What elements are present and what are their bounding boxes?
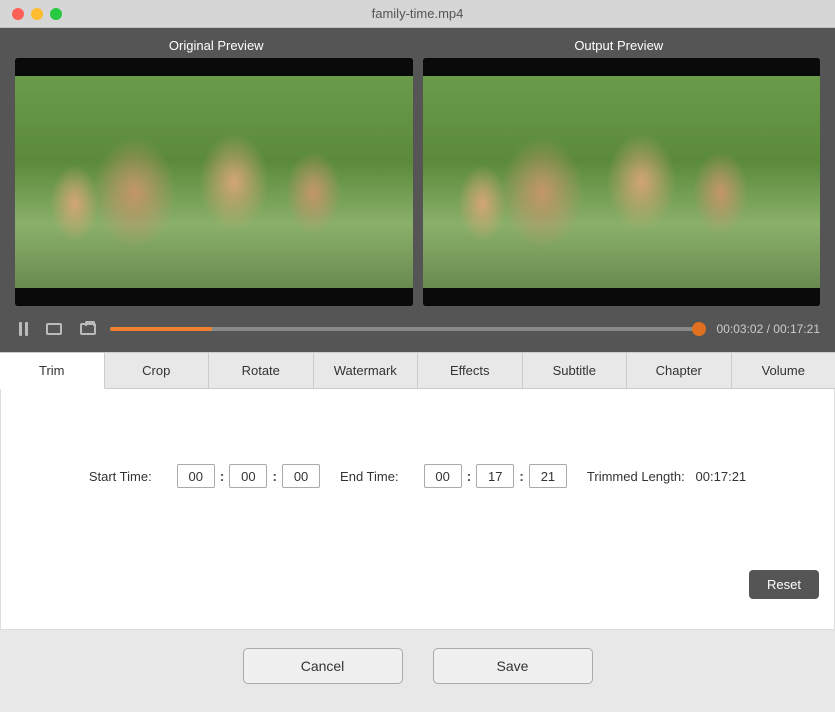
- start-hour-input[interactable]: [177, 464, 215, 488]
- tab-subtitle[interactable]: Subtitle: [523, 353, 628, 388]
- trim-content: Start Time: : : End Time: : :: [16, 404, 819, 614]
- end-min-input[interactable]: [476, 464, 514, 488]
- screenshot-button[interactable]: [76, 319, 100, 339]
- window-title: family-time.mp4: [372, 6, 464, 21]
- preview-labels: Original Preview Output Preview: [15, 38, 820, 53]
- trimmed-length-value: 00:17:21: [696, 469, 747, 484]
- tab-content: Start Time: : : End Time: : :: [0, 389, 835, 630]
- tab-effects[interactable]: Effects: [418, 353, 523, 388]
- tab-volume[interactable]: Volume: [732, 353, 835, 388]
- original-preview-label: Original Preview: [15, 38, 418, 53]
- current-time: 00:03:02: [717, 322, 764, 336]
- output-preview-label: Output Preview: [418, 38, 821, 53]
- reset-button-wrap: Reset: [749, 570, 819, 599]
- sep3: :: [467, 468, 472, 484]
- cancel-button[interactable]: Cancel: [243, 648, 403, 684]
- bottom-bar: Cancel Save: [0, 630, 835, 702]
- end-time-group: : :: [424, 464, 567, 488]
- reset-button[interactable]: Reset: [749, 570, 819, 599]
- close-button[interactable]: [12, 8, 24, 20]
- pause-icon: [19, 322, 28, 336]
- start-time-group: : :: [177, 464, 320, 488]
- trim-inputs: Start Time: : : End Time: : :: [16, 464, 819, 488]
- output-video-panel: [423, 58, 821, 306]
- minimize-button[interactable]: [31, 8, 43, 20]
- original-video-frame: [15, 76, 413, 288]
- save-button[interactable]: Save: [433, 648, 593, 684]
- progress-fill: [110, 327, 212, 331]
- tab-chapter[interactable]: Chapter: [627, 353, 732, 388]
- video-bottom-bar-2: [423, 288, 821, 306]
- video-top-bar-2: [423, 58, 821, 76]
- total-time: 00:17:21: [773, 322, 820, 336]
- tab-crop[interactable]: Crop: [105, 353, 210, 388]
- sep2: :: [272, 468, 277, 484]
- aspect-ratio-button[interactable]: [42, 319, 66, 339]
- original-video-panel: [15, 58, 413, 306]
- sep4: :: [519, 468, 524, 484]
- controls-bar: 00:03:02 / 00:17:21: [0, 306, 835, 352]
- tab-trim[interactable]: Trim: [0, 353, 105, 389]
- preview-area: Original Preview Output Preview: [0, 28, 835, 306]
- camera-icon: [80, 323, 96, 335]
- maximize-button[interactable]: [50, 8, 62, 20]
- sep1: :: [220, 468, 225, 484]
- start-time-label: Start Time:: [89, 469, 152, 484]
- time-display: 00:03:02 / 00:17:21: [717, 322, 820, 336]
- end-hour-input[interactable]: [424, 464, 462, 488]
- tab-rotate[interactable]: Rotate: [209, 353, 314, 388]
- tabs-section: Trim Crop Rotate Watermark Effects Subti…: [0, 352, 835, 630]
- progress-thumb: [692, 322, 706, 336]
- tab-watermark[interactable]: Watermark: [314, 353, 419, 388]
- pause-button[interactable]: [15, 318, 32, 340]
- end-time-label: End Time:: [340, 469, 399, 484]
- preview-videos: [15, 58, 820, 306]
- title-bar: family-time.mp4: [0, 0, 835, 28]
- start-sec-input[interactable]: [282, 464, 320, 488]
- tabs-row: Trim Crop Rotate Watermark Effects Subti…: [0, 353, 835, 389]
- output-video-frame: [423, 76, 821, 288]
- video-top-bar: [15, 58, 413, 76]
- trimmed-length-label: Trimmed Length: 00:17:21: [587, 469, 746, 484]
- start-min-input[interactable]: [229, 464, 267, 488]
- window-controls: [12, 8, 62, 20]
- rect-icon: [46, 323, 62, 335]
- video-bottom-bar: [15, 288, 413, 306]
- end-sec-input[interactable]: [529, 464, 567, 488]
- progress-bar[interactable]: [110, 327, 699, 331]
